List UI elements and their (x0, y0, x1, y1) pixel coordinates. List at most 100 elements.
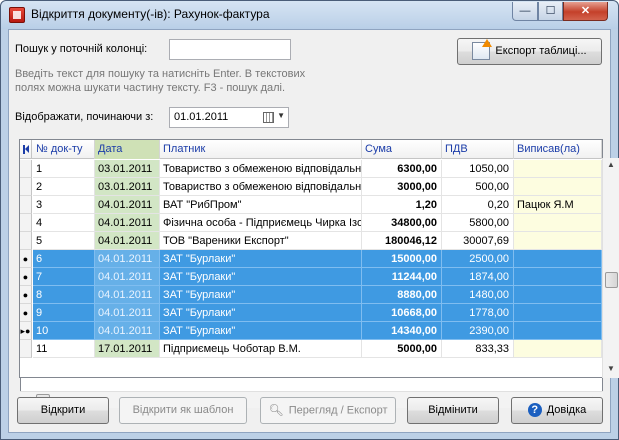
cell-vat[interactable]: 1050,00 (442, 160, 514, 178)
cell-payer[interactable]: ЗАТ "Бурлаки" (160, 286, 362, 304)
cell-signed-by[interactable] (514, 160, 602, 178)
cell-signed-by[interactable] (514, 268, 602, 286)
table-row[interactable]: 5 04.01.2011 ТОВ "Вареники Експорт" 180046,… (20, 232, 602, 250)
documents-grid[interactable]: № док-ту Дата Платник Сума ПДВ Виписав(л… (19, 139, 603, 378)
cell-sum[interactable]: 3000,00 (362, 178, 442, 196)
row-indicator[interactable]: ● (20, 304, 32, 322)
row-indicator[interactable] (20, 340, 32, 358)
cell-payer[interactable]: Фізична особа - Підприємець Чирка Ізол (160, 214, 362, 232)
open-button[interactable]: Відкрити (17, 397, 109, 424)
cell-sum[interactable]: 11244,00 (362, 268, 442, 286)
cell-date[interactable]: 04.01.2011 (95, 196, 160, 214)
cell-number[interactable]: 1 (33, 160, 95, 178)
column-header-signed-by[interactable]: Виписав(ла) (514, 140, 602, 159)
cell-signed-by[interactable] (514, 286, 602, 304)
cell-vat[interactable]: 833,33 (442, 340, 514, 358)
cell-number[interactable]: 6 (33, 250, 95, 268)
cancel-button[interactable]: Відмінити (407, 397, 499, 424)
cell-signed-by[interactable] (514, 178, 602, 196)
cell-vat[interactable]: 0,20 (442, 196, 514, 214)
cell-sum[interactable]: 10668,00 (362, 304, 442, 322)
cell-vat[interactable]: 500,00 (442, 178, 514, 196)
cell-payer[interactable]: ТОВ "Вареники Експорт" (160, 232, 362, 250)
cell-date[interactable]: 17.01.2011 (95, 340, 160, 358)
table-row[interactable]: 2 03.01.2011 Товариство з обмеженою відпов… (20, 178, 602, 196)
row-indicator[interactable] (20, 214, 32, 232)
row-indicator[interactable] (20, 196, 32, 214)
cell-signed-by[interactable] (514, 304, 602, 322)
help-button[interactable]: ? Довідка (511, 397, 603, 424)
cell-number[interactable]: 10 (33, 322, 95, 340)
cell-number[interactable]: 4 (33, 214, 95, 232)
cell-date[interactable]: 04.01.2011 (95, 322, 160, 340)
close-button[interactable]: ✕ (563, 2, 608, 21)
cell-signed-by[interactable] (514, 322, 602, 340)
row-indicator[interactable] (20, 232, 32, 250)
cell-number[interactable]: 5 (33, 232, 95, 250)
cell-sum[interactable]: 34800,00 (362, 214, 442, 232)
cell-date[interactable]: 04.01.2011 (95, 268, 160, 286)
chevron-down-icon[interactable]: ▼ (277, 111, 285, 120)
table-row[interactable]: ● 8 04.01.2011 ЗАТ "Бурлаки" 8880,00 1480,00 (20, 286, 602, 304)
cell-signed-by[interactable]: Пацюк Я.М (514, 196, 602, 214)
cell-payer[interactable]: ЗАТ "Бурлаки" (160, 268, 362, 286)
cell-payer[interactable]: ЗАТ "Бурлаки" (160, 250, 362, 268)
cell-number[interactable]: 8 (33, 286, 95, 304)
column-header-vat[interactable]: ПДВ (442, 140, 514, 159)
cell-payer[interactable]: Підприємець Чоботар В.М. (160, 340, 362, 358)
cell-vat[interactable]: 1480,00 (442, 286, 514, 304)
cell-vat[interactable]: 30007,69 (442, 232, 514, 250)
table-row[interactable]: 1 03.01.2011 Товариство з обмеженою відпов… (20, 160, 602, 178)
vertical-scrollbar[interactable]: ▲ ▼ (602, 158, 619, 378)
cell-number[interactable]: 2 (33, 178, 95, 196)
cell-date[interactable]: 04.01.2011 (95, 304, 160, 322)
cell-payer[interactable]: ЗАТ "Бурлаки" (160, 304, 362, 322)
table-row[interactable]: ● 7 04.01.2011 ЗАТ "Бурлаки" 11244,00 1874,00 (20, 268, 602, 286)
cell-payer[interactable]: ЗАТ "Бурлаки" (160, 322, 362, 340)
cell-sum[interactable]: 6300,00 (362, 160, 442, 178)
cell-date[interactable]: 04.01.2011 (95, 250, 160, 268)
cell-number[interactable]: 11 (33, 340, 95, 358)
row-indicator[interactable]: ● (20, 286, 32, 304)
cell-vat[interactable]: 2500,00 (442, 250, 514, 268)
column-header-date[interactable]: Дата (95, 140, 160, 159)
cell-number[interactable]: 7 (33, 268, 95, 286)
table-row[interactable]: 11 17.01.2011 Підприємець Чоботар В.М. 5000… (20, 340, 602, 358)
cell-signed-by[interactable] (514, 214, 602, 232)
cell-sum[interactable]: 1,20 (362, 196, 442, 214)
cell-vat[interactable]: 1874,00 (442, 268, 514, 286)
cell-sum[interactable]: 5000,00 (362, 340, 442, 358)
first-record-icon[interactable] (20, 140, 32, 159)
cell-signed-by[interactable] (514, 232, 602, 250)
row-indicator[interactable]: ● (20, 250, 32, 268)
row-indicator[interactable] (20, 160, 32, 178)
cell-sum[interactable]: 180046,12 (362, 232, 442, 250)
search-input[interactable] (169, 39, 291, 60)
cell-date[interactable]: 04.01.2011 (95, 232, 160, 250)
cell-sum[interactable]: 15000,00 (362, 250, 442, 268)
open-as-template-button[interactable]: Відкрити як шаблон (119, 397, 247, 424)
row-indicator[interactable] (20, 178, 32, 196)
cell-sum[interactable]: 8880,00 (362, 286, 442, 304)
minimize-button[interactable]: — (512, 2, 538, 21)
column-header-sum[interactable]: Сума (362, 140, 442, 159)
title-bar[interactable]: Відкриття документу(-ів): Рахунок-фактур… (1, 1, 618, 29)
calendar-icon[interactable] (263, 112, 274, 123)
cell-date[interactable]: 03.01.2011 (95, 160, 160, 178)
table-row[interactable]: 3 04.01.2011 ВАТ "РибПром" 1,20 0,20 Пацюк Я.… (20, 196, 602, 214)
date-filter-input[interactable]: 01.01.2011 ▼ (169, 107, 289, 128)
table-row[interactable]: ● 9 04.01.2011 ЗАТ "Бурлаки" 10668,00 1778,00 (20, 304, 602, 322)
preview-export-button[interactable]: 🔍︎ Перегляд / Експорт (260, 397, 396, 424)
cell-number[interactable]: 9 (33, 304, 95, 322)
cell-vat[interactable]: 5800,00 (442, 214, 514, 232)
cell-signed-by[interactable] (514, 340, 602, 358)
cell-number[interactable]: 3 (33, 196, 95, 214)
scroll-down-icon[interactable]: ▼ (607, 364, 615, 373)
column-header-number[interactable]: № док-ту (33, 140, 95, 159)
table-row[interactable]: 4 04.01.2011 Фізична особа - Підприємець Ч… (20, 214, 602, 232)
row-indicator[interactable]: ▸● (20, 322, 32, 340)
export-table-button[interactable]: Експорт таблиці... (457, 38, 602, 65)
vertical-scroll-thumb[interactable] (605, 272, 618, 288)
column-header-payer[interactable]: Платник (160, 140, 362, 159)
cell-payer[interactable]: Товариство з обмеженою відповідальн (160, 178, 362, 196)
